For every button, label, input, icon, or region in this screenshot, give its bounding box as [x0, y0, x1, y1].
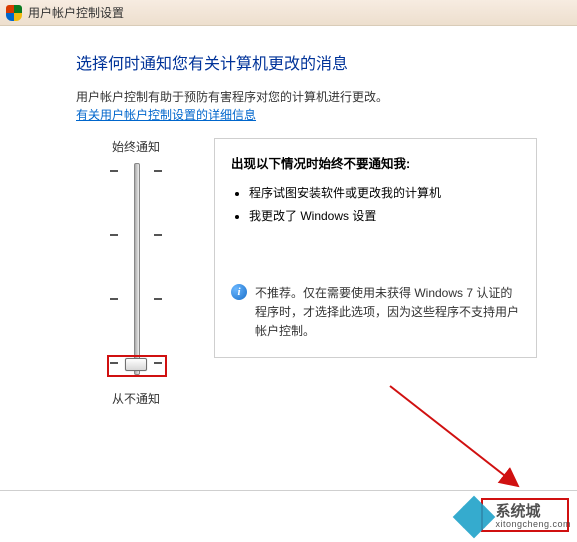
info-panel: 出现以下情况时始终不要通知我: 程序试图安装软件或更改我的计算机 我更改了 Wi… [214, 138, 537, 358]
slider-column: 始终通知 从不通知 [76, 138, 196, 407]
footer-buttons: 确定 [491, 502, 565, 526]
info-panel-title: 出现以下情况时始终不要通知我: [231, 153, 520, 172]
content-area: 选择何时通知您有关计算机更改的消息 用户帐户控制有助于预防有害程序对您的计算机进… [0, 26, 577, 417]
info-bullet: 程序试图安装软件或更改我的计算机 [249, 182, 520, 205]
window-title: 用户帐户控制设置 [28, 4, 124, 21]
info-icon: i [231, 284, 247, 300]
notification-slider[interactable] [76, 163, 196, 378]
slider-label-bottom: 从不通知 [76, 390, 196, 407]
info-bullet: 我更改了 Windows 设置 [249, 205, 520, 228]
page-heading: 选择何时通知您有关计算机更改的消息 [76, 50, 537, 74]
learn-more-link[interactable]: 有关用户帐户控制设置的详细信息 [76, 108, 256, 122]
intro-text: 用户帐户控制有助于预防有害程序对您的计算机进行更改。 有关用户帐户控制设置的详细… [76, 88, 537, 124]
info-note: i 不推荐。仅在需要使用未获得 Windows 7 认证的程序时，才选择此选项，… [231, 284, 520, 342]
footer-separator [0, 490, 577, 491]
info-note-text: 不推荐。仅在需要使用未获得 Windows 7 认证的程序时，才选择此选项，因为… [255, 284, 520, 342]
watermark-logo-icon [457, 500, 491, 534]
slider-thumb[interactable] [125, 358, 147, 371]
intro-line: 用户帐户控制有助于预防有害程序对您的计算机进行更改。 [76, 90, 388, 104]
slider-label-top: 始终通知 [76, 138, 196, 155]
titlebar: 用户帐户控制设置 [0, 0, 577, 26]
uac-shield-icon [6, 5, 22, 21]
info-bullet-list: 程序试图安装软件或更改我的计算机 我更改了 Windows 设置 [249, 182, 520, 228]
